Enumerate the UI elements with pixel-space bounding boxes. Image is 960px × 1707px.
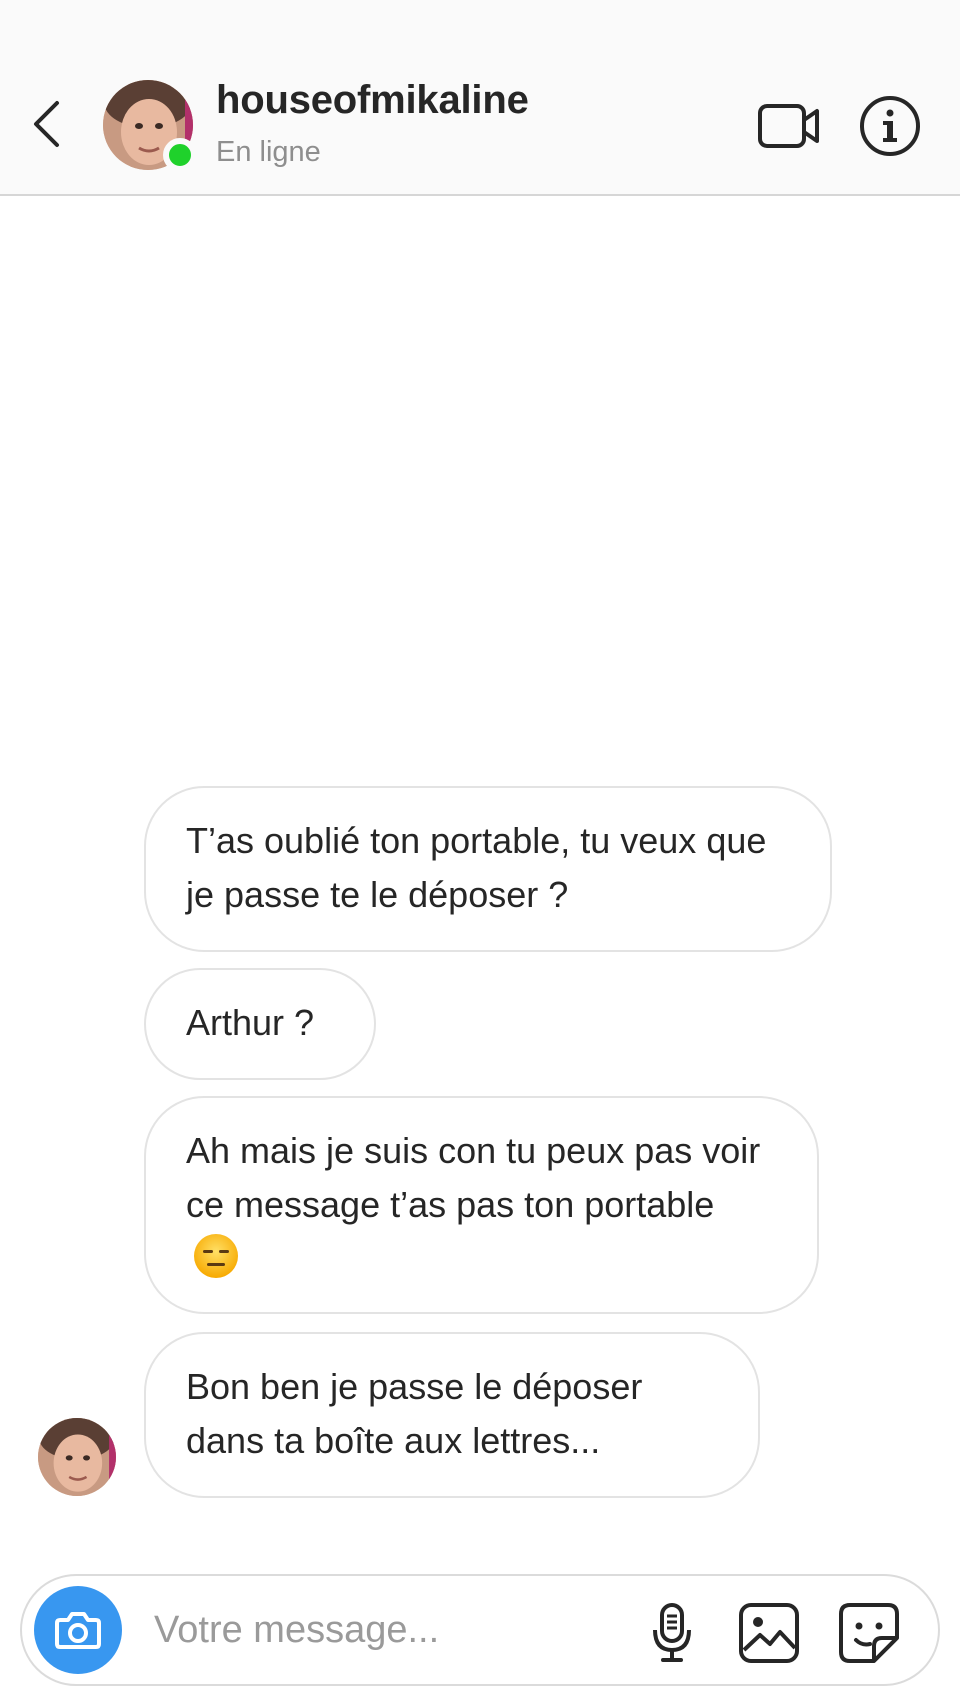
microphone-icon xyxy=(653,1603,691,1662)
sender-avatar[interactable] xyxy=(38,1418,116,1496)
message-text: Bon ben je passe le déposer dans ta boît… xyxy=(186,1366,643,1461)
message-text: Ah mais je suis con tu peux pas voir ce … xyxy=(186,1130,761,1225)
contact-username[interactable]: houseofmikaline xyxy=(216,78,529,123)
chat-header: houseofmikaline En ligne xyxy=(0,0,960,196)
message-text: Arthur ? xyxy=(186,1002,315,1043)
video-call-button[interactable] xyxy=(756,98,822,154)
info-icon xyxy=(860,96,920,156)
camera-button[interactable] xyxy=(34,1586,122,1674)
message-bubble[interactable]: T’as oublié ton portable, tu veux que je… xyxy=(144,786,832,952)
message-composer xyxy=(20,1574,940,1686)
expressionless-face-emoji xyxy=(194,1234,238,1278)
message-bubble[interactable]: Ah mais je suis con tu peux pas voir ce … xyxy=(144,1096,819,1314)
message-bubble[interactable]: Arthur ? xyxy=(144,968,376,1080)
message-text: T’as oublié ton portable, tu veux que je… xyxy=(186,820,767,915)
direct-message-screen: houseofmikaline En ligne T’as oublié ton… xyxy=(0,0,960,1707)
message-input[interactable] xyxy=(154,1600,634,1660)
camera-icon xyxy=(55,1612,101,1649)
voice-message-button[interactable] xyxy=(642,1600,702,1666)
sticker-button[interactable] xyxy=(836,1600,902,1666)
video-camera-icon xyxy=(758,104,819,148)
gallery-button[interactable] xyxy=(736,1600,802,1666)
contact-status: En ligne xyxy=(216,136,321,168)
chevron-left-icon xyxy=(34,101,59,147)
message-bubble[interactable]: Bon ben je passe le déposer dans ta boît… xyxy=(144,1332,760,1498)
online-status-dot xyxy=(163,138,197,172)
back-button[interactable] xyxy=(26,98,66,150)
contact-avatar[interactable] xyxy=(103,80,197,172)
image-icon xyxy=(739,1603,799,1663)
info-button[interactable] xyxy=(858,94,922,158)
sticker-icon xyxy=(839,1603,899,1663)
